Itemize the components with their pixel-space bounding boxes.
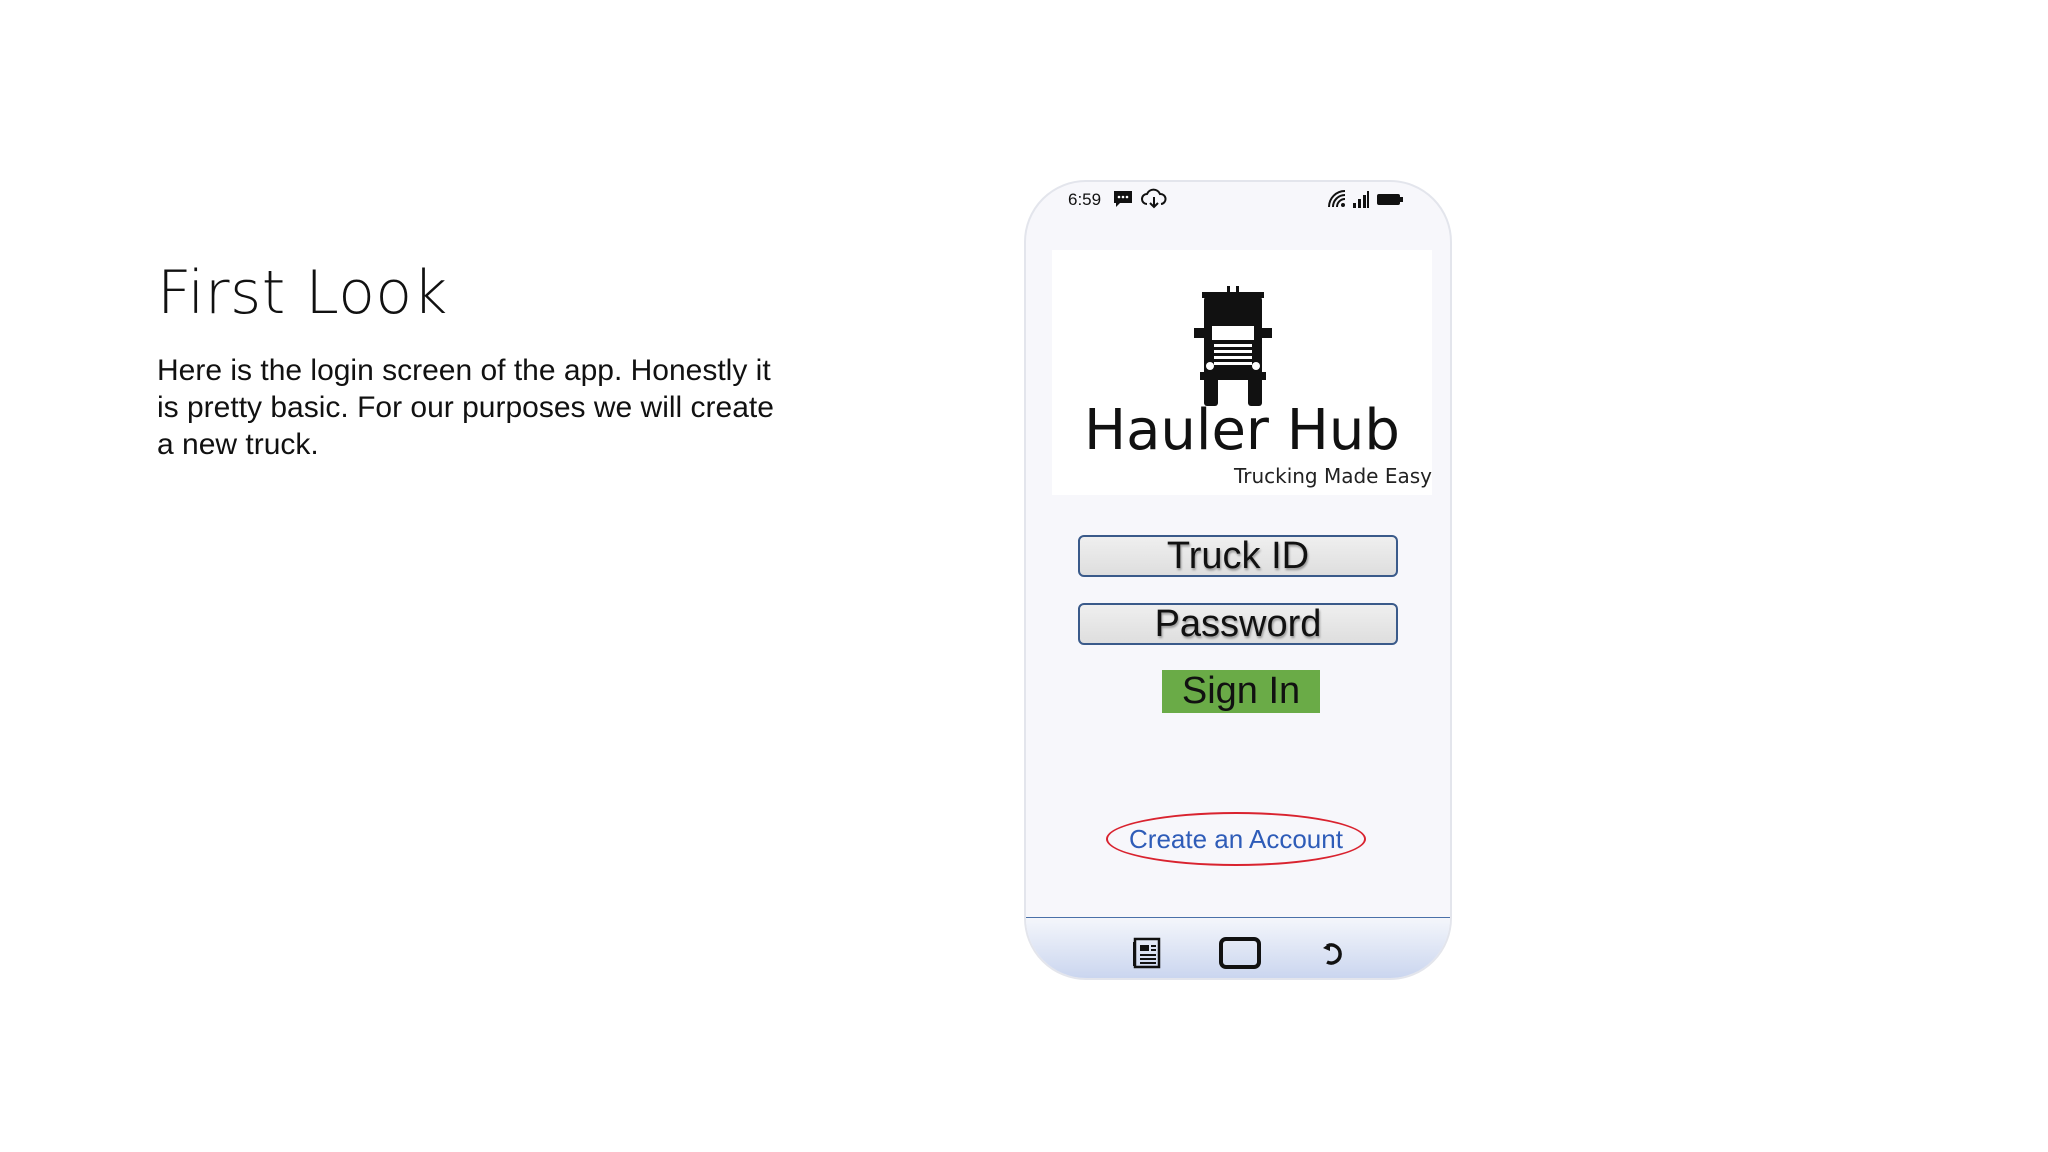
sign-in-button[interactable]: Sign In — [1162, 670, 1320, 713]
slide-title: First Look — [157, 258, 448, 328]
slide-body-text: Here is the login screen of the app. Hon… — [157, 354, 774, 461]
back-icon[interactable] — [1318, 936, 1348, 970]
semi-truck-icon — [1194, 286, 1272, 406]
phone-mockup: 6:59 Hauler Hub Trucking Made Easy Truck… — [1024, 180, 1452, 980]
message-icon — [1114, 191, 1132, 207]
battery-icon — [1377, 194, 1403, 205]
app-brand-name: Hauler Hub — [1084, 398, 1400, 463]
status-bar: 6:59 — [1026, 182, 1450, 232]
create-account-link[interactable]: Create an Account — [1106, 812, 1366, 866]
presentation-slide: First Look Here is the login screen of t… — [0, 0, 2048, 1152]
app-tagline: Trucking Made Easy — [1233, 464, 1432, 488]
signal-icon — [1353, 191, 1369, 208]
recent-apps-icon[interactable] — [1131, 936, 1165, 970]
truck-id-input[interactable]: Truck ID — [1078, 535, 1398, 577]
cloud-download-icon — [1141, 188, 1167, 209]
app-logo: Hauler Hub Trucking Made Easy — [1052, 250, 1432, 495]
home-icon[interactable] — [1218, 936, 1262, 970]
android-nav-bar — [1026, 917, 1450, 978]
status-time: 6:59 — [1068, 190, 1102, 209]
wifi-icon — [1328, 190, 1346, 208]
password-input[interactable]: Password — [1078, 603, 1398, 645]
